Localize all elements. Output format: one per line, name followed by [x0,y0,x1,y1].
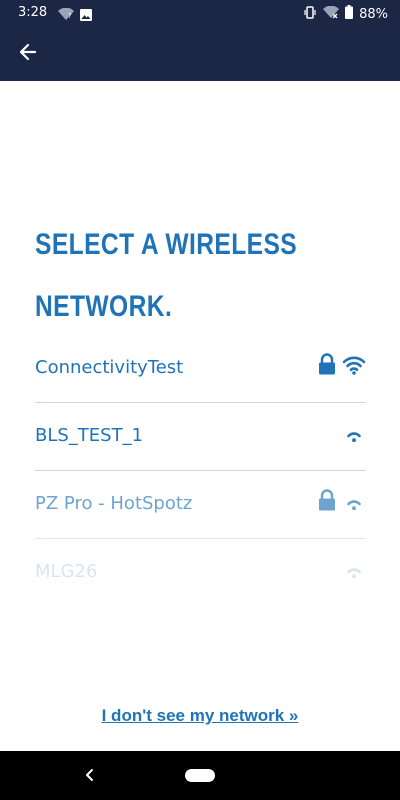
status-time: 3:28 [18,5,48,20]
page-title: SELECT A WIRELESS NETWORK. [35,220,355,344]
svg-text:?: ? [68,12,72,20]
network-name: BLS_TEST_1 [35,425,144,446]
battery-icon [345,5,354,23]
nav-home-pill[interactable] [185,769,215,782]
lock-icon [318,489,336,515]
app-bar [0,26,400,81]
no-network-link[interactable]: I don't see my network » [102,706,299,725]
vibrate-icon [303,5,317,23]
wifi-question-icon: ? [58,6,74,25]
back-arrow-icon [19,43,37,61]
network-name: PZ Pro - HotSpotz [35,493,193,514]
wifi-signal-icon [342,423,366,447]
network-item[interactable]: ConnectivityTest [35,335,366,403]
lock-icon [318,353,336,379]
network-item[interactable]: BLS_TEST_1 [35,403,366,471]
network-list: ConnectivityTest BLS_TEST_1 PZ Pro - Hot… [35,335,366,606]
network-name: ConnectivityTest [35,357,184,378]
nav-back-icon[interactable] [80,765,100,785]
wifi-signal-icon [342,559,366,583]
network-name: MLG26 [35,561,98,582]
back-button[interactable] [12,36,44,68]
status-bar: 3:28 ? 88% [0,0,400,26]
wifi-signal-icon [342,355,366,379]
nav-bar [0,751,400,800]
image-icon [80,6,92,25]
page-title-line-1: SELECT A WIRELESS [35,228,298,261]
network-item[interactable]: MLG26 [35,539,366,606]
battery-percent: 88% [359,6,388,22]
wifi-signal-icon [342,491,366,515]
network-item[interactable]: PZ Pro - HotSpotz [35,471,366,539]
wifi-off-icon [323,5,340,23]
